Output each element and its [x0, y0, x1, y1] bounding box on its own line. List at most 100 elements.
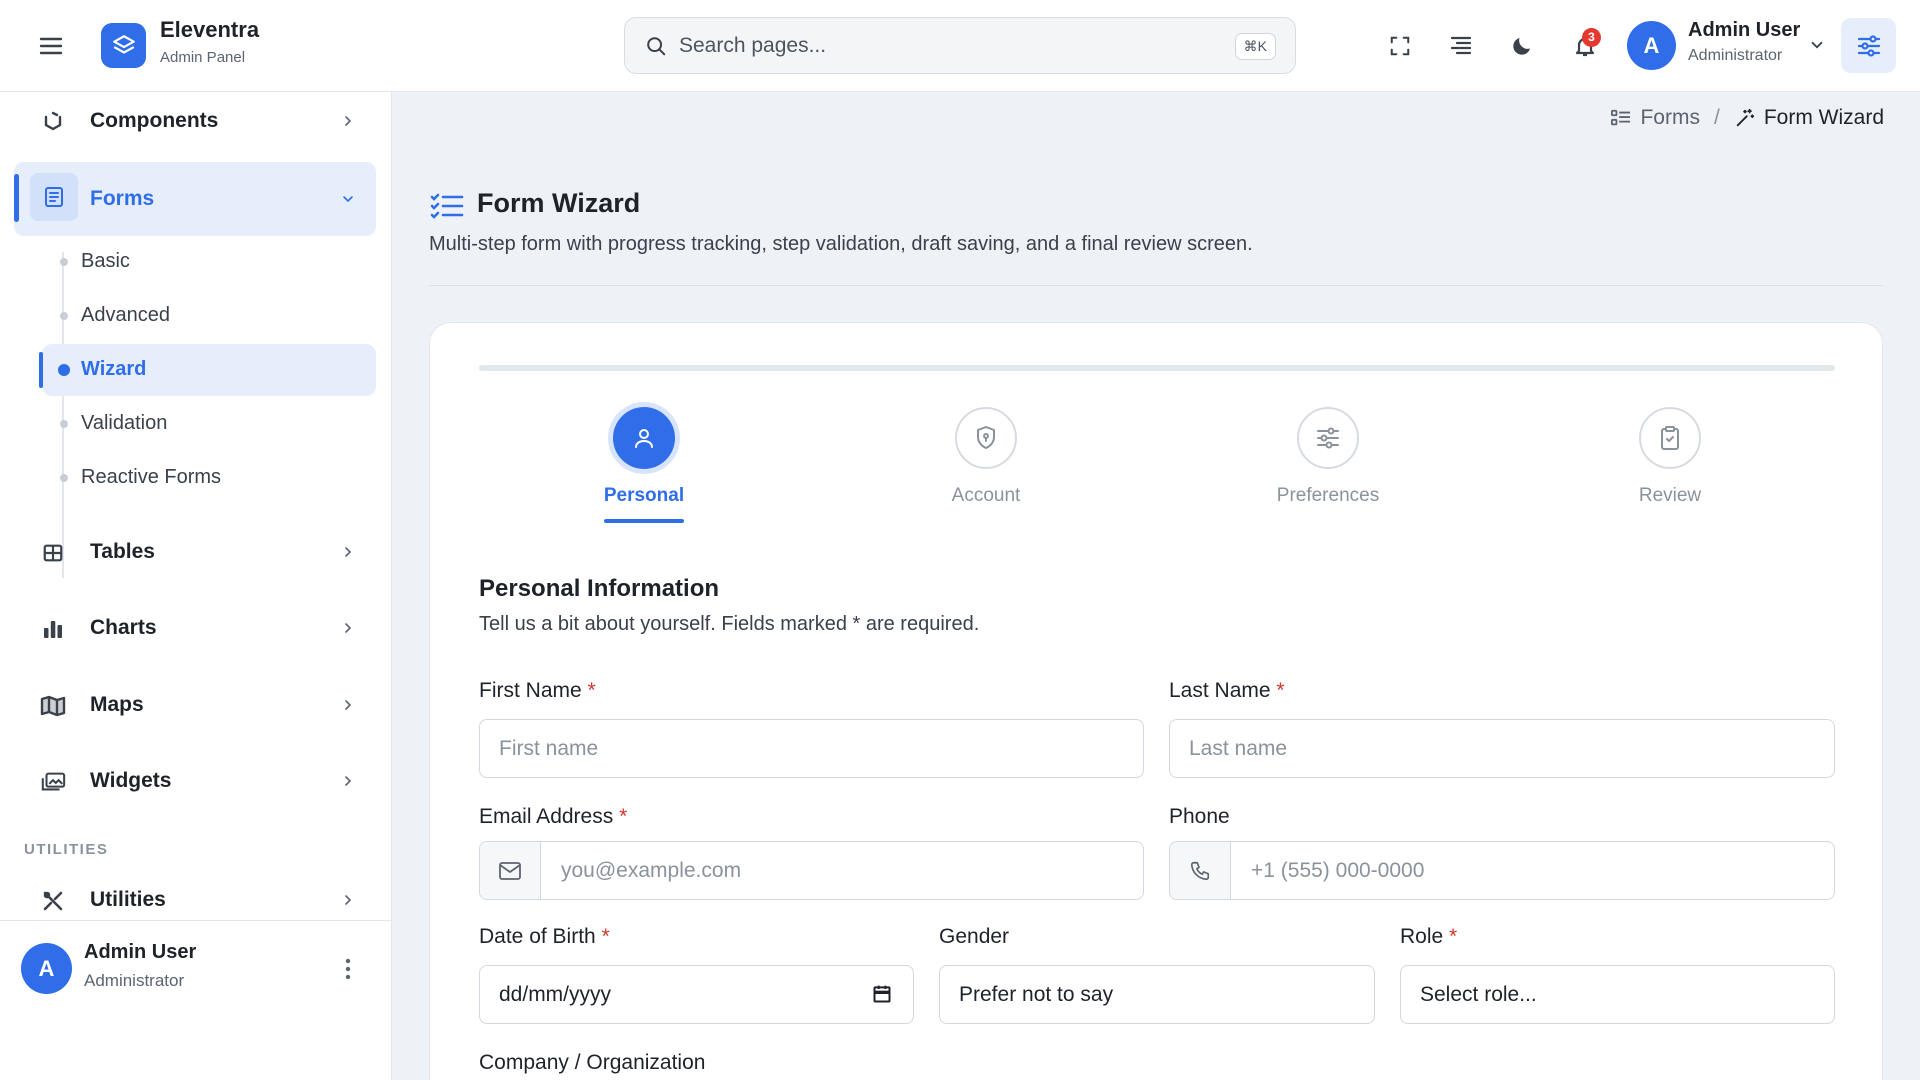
submenu-item-wizard[interactable]: Wizard [39, 344, 376, 396]
tools-icon [40, 888, 66, 914]
user-icon [635, 429, 653, 448]
calendar-icon[interactable] [872, 984, 892, 1004]
more-vertical-icon[interactable] [340, 957, 356, 981]
search-icon [647, 37, 666, 56]
search-input[interactable] [679, 28, 1199, 64]
step-personal[interactable]: Personal [544, 407, 744, 523]
wizard-progress-bar [479, 365, 1835, 371]
gender-label: Gender [939, 925, 1010, 948]
moon-icon [1513, 38, 1530, 55]
hamburger-icon [39, 37, 63, 55]
bullet-dot [60, 258, 68, 266]
last-name-label: Last Name * [1169, 679, 1285, 702]
bar-chart-icon [40, 616, 66, 642]
page-description: Multi-step form with progress tracking, … [429, 233, 1253, 255]
sliders-icon [1317, 427, 1339, 449]
notification-count-badge: 3 [1582, 28, 1601, 47]
page-title: Form Wizard [477, 188, 641, 218]
bullet-dot [60, 420, 68, 428]
submenu-item-advanced[interactable]: Advanced [42, 290, 376, 342]
submenu-label: Advanced [81, 304, 170, 326]
header-user-role: Administrator [1688, 47, 1783, 64]
role-select[interactable]: Select role... [1400, 965, 1835, 1024]
first-name-input[interactable] [479, 719, 1144, 778]
chevron-right-icon [345, 700, 352, 710]
hamburger-menu-button[interactable] [36, 32, 66, 60]
fullscreen-button[interactable] [1384, 30, 1416, 62]
chevron-right-icon [345, 623, 352, 633]
required-mark: * [1276, 679, 1285, 702]
dark-mode-button[interactable] [1506, 30, 1538, 62]
sidebar-user-card: A Admin User Administrator [0, 920, 391, 1016]
list-form-icon [1611, 109, 1631, 126]
bullet-dot [60, 474, 68, 482]
submenu-label: Wizard [81, 358, 147, 380]
gender-select[interactable]: Prefer not to say [939, 965, 1375, 1024]
chevron-right-icon [345, 116, 352, 126]
first-name-label: First Name * [479, 679, 596, 702]
align-right-icon [1450, 36, 1472, 55]
step-label: Personal [603, 485, 685, 506]
step-preferences[interactable]: Preferences [1228, 407, 1428, 507]
dob-input[interactable]: dd/mm/yyyy [479, 965, 914, 1024]
phone-label: Phone [1169, 805, 1230, 827]
section-description: Tell us a bit about yourself. Fields mar… [479, 613, 980, 635]
step-label: Account [951, 485, 1021, 506]
shield-icon [977, 426, 995, 449]
required-mark: * [619, 805, 628, 827]
phone-field[interactable] [1169, 841, 1835, 900]
chevron-down-icon[interactable] [1808, 36, 1826, 54]
sidebar-item-label: Maps [90, 693, 144, 716]
brand-logo[interactable] [101, 23, 146, 68]
role-label: Role * [1400, 925, 1458, 948]
step-account[interactable]: Account [886, 407, 1086, 507]
email-addon [480, 842, 541, 899]
step-circle [1297, 407, 1359, 469]
chevron-right-icon [345, 895, 352, 905]
sidebar-item-label: Tables [90, 540, 155, 563]
sidebar-user-name: Admin User [84, 941, 197, 963]
chevron-right-icon [345, 776, 352, 786]
sidebar-item-forms[interactable]: Forms [14, 162, 376, 236]
sidebar: Components Forms Basic Advanced Wizard V… [0, 92, 392, 1080]
chevron-right-icon [345, 547, 352, 557]
phone-addon [1170, 842, 1231, 899]
email-field[interactable] [479, 841, 1144, 900]
step-review[interactable]: Review [1570, 407, 1770, 507]
sidebar-item-maps[interactable]: Maps [14, 674, 376, 736]
required-mark: * [587, 679, 596, 702]
brand-subtitle: Admin Panel [160, 49, 246, 66]
breadcrumb-forms-link[interactable]: Forms [1640, 106, 1700, 130]
table-icon [40, 540, 66, 566]
email-input[interactable] [542, 842, 1142, 899]
clipboard-icon [1661, 426, 1679, 450]
search-bar[interactable]: ⌘K [624, 17, 1296, 74]
mail-icon [499, 861, 521, 880]
submenu-item-basic[interactable]: Basic [42, 236, 376, 288]
phone-icon [1190, 861, 1210, 880]
header-avatar[interactable]: A [1627, 21, 1676, 70]
company-label: Company / Organization [479, 1051, 706, 1074]
required-mark: * [1449, 925, 1458, 948]
sidebar-item-utilities[interactable]: Utilities [14, 876, 376, 924]
components-icon [40, 109, 66, 135]
submenu-item-validation[interactable]: Validation [42, 398, 376, 450]
sidebar-user-role: Administrator [84, 971, 185, 990]
header-user-name[interactable]: Admin User [1688, 19, 1800, 42]
widgets-icon [40, 769, 66, 795]
sidebar-item-charts[interactable]: Charts [14, 597, 376, 659]
sidebar-avatar[interactable]: A [21, 943, 72, 994]
last-name-input[interactable] [1169, 719, 1835, 778]
sidebar-item-label: Utilities [90, 888, 166, 911]
sidebar-item-widgets[interactable]: Widgets [14, 750, 376, 812]
sidebar-item-tables[interactable]: Tables [14, 521, 376, 583]
submenu-item-reactive-forms[interactable]: Reactive Forms [42, 452, 376, 504]
required-mark: * [601, 925, 610, 948]
section-title: Personal Information [479, 575, 720, 602]
align-toggle-button[interactable] [1445, 30, 1477, 62]
sidebar-item-components[interactable]: Components [14, 90, 376, 152]
phone-input[interactable] [1232, 842, 1832, 899]
fullscreen-icon [1390, 36, 1410, 56]
dob-label: Date of Birth * [479, 925, 610, 948]
customizer-button[interactable] [1841, 18, 1896, 73]
